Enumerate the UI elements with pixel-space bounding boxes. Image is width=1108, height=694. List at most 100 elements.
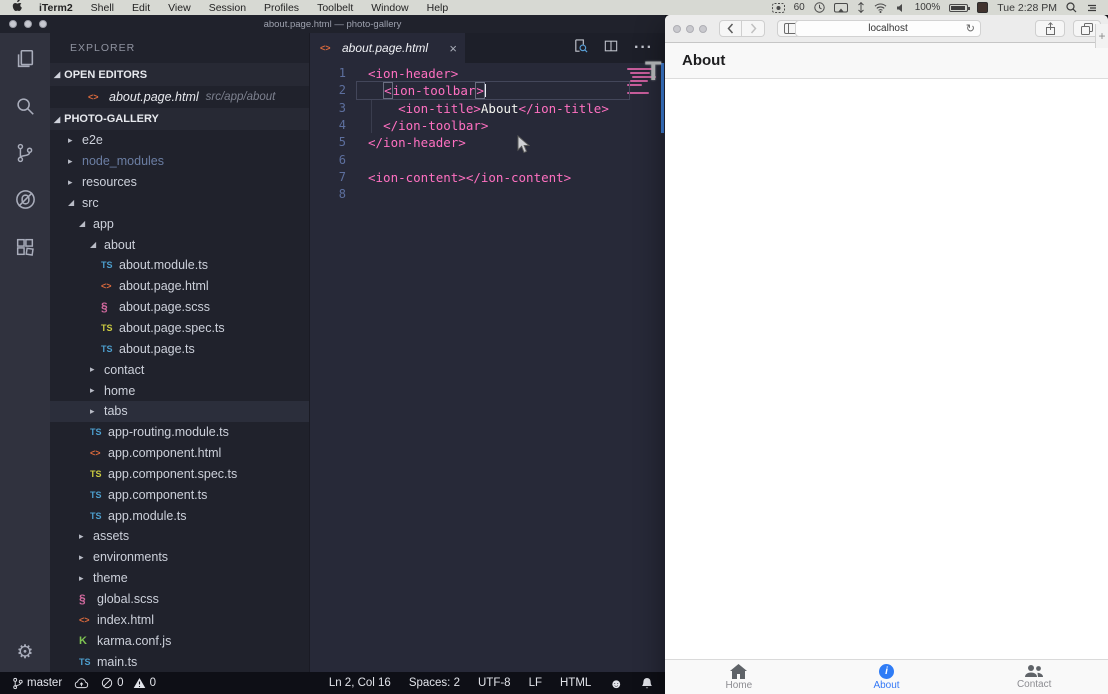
- cursor-position-indicator[interactable]: Ln 2, Col 16: [329, 677, 391, 689]
- code-line-1[interactable]: 1<ion-header>: [310, 65, 665, 82]
- language-mode-indicator[interactable]: HTML: [560, 677, 591, 689]
- menu-session[interactable]: Session: [200, 2, 255, 14]
- volume-icon[interactable]: [896, 3, 906, 13]
- feedback-smiley-icon[interactable]: ☻: [609, 676, 623, 691]
- problems-indicator[interactable]: 0 0: [101, 677, 156, 689]
- app-square-icon[interactable]: [977, 2, 988, 13]
- more-actions-icon[interactable]: ···: [634, 39, 653, 57]
- close-tab-icon[interactable]: ×: [449, 41, 457, 56]
- tab-home[interactable]: Home: [665, 660, 813, 694]
- tree-item-main.ts[interactable]: TSmain.ts: [50, 651, 309, 672]
- tree-item-index.html[interactable]: <>index.html: [50, 609, 309, 630]
- code-line-5[interactable]: 5</ion-header>: [310, 134, 665, 151]
- display-icon[interactable]: [834, 3, 848, 13]
- split-editor-icon[interactable]: [604, 39, 618, 58]
- open-preview-icon[interactable]: [573, 38, 588, 58]
- fps-indicator[interactable]: 60: [794, 2, 805, 13]
- menu-view[interactable]: View: [159, 2, 200, 14]
- menu-bar-clock[interactable]: Tue 2:28 PM: [997, 2, 1057, 14]
- tree-item-theme[interactable]: ▸theme: [50, 568, 309, 589]
- apple-menu-icon[interactable]: [12, 0, 22, 15]
- timer-icon[interactable]: [814, 2, 825, 13]
- tree-item-global.scss[interactable]: §global.scss: [50, 589, 309, 610]
- minimize-window-button[interactable]: [686, 25, 694, 33]
- notifications-bell-icon[interactable]: [641, 677, 653, 690]
- vscode-title-bar[interactable]: about.page.html — photo-gallery: [0, 15, 665, 33]
- tree-item-label: main.ts: [97, 655, 137, 669]
- code-line-3[interactable]: 3 <ion-title>About</ion-title>: [310, 100, 665, 117]
- tree-item-about.page.scss[interactable]: §about.page.scss: [50, 297, 309, 318]
- tree-item-app.module.ts[interactable]: TSapp.module.ts: [50, 505, 309, 526]
- safari-traffic-lights[interactable]: [673, 25, 707, 33]
- tree-item-karma.conf.js[interactable]: Kkarma.conf.js: [50, 630, 309, 651]
- tree-item-assets[interactable]: ▸assets: [50, 526, 309, 547]
- reload-icon[interactable]: ↻: [966, 22, 975, 35]
- tab-about[interactable]: i About: [813, 660, 961, 694]
- tree-item-tabs[interactable]: ▸tabs: [50, 401, 309, 422]
- tree-item-app[interactable]: ◢app: [50, 213, 309, 234]
- tree-item-about.page.spec.ts[interactable]: TSabout.page.spec.ts: [50, 318, 309, 339]
- code-line-7[interactable]: 7<ion-content></ion-content>: [310, 169, 665, 186]
- tree-item-contact[interactable]: ▸contact: [50, 359, 309, 380]
- eol-indicator[interactable]: LF: [529, 677, 542, 689]
- menu-window[interactable]: Window: [362, 2, 417, 14]
- spotlight-icon[interactable]: [1066, 2, 1077, 13]
- ts-spec-file-icon: TS: [101, 323, 117, 333]
- code-line-4[interactable]: 4 </ion-toolbar>: [310, 117, 665, 134]
- settings-gear-icon[interactable]: ⚙: [16, 641, 33, 664]
- files-icon[interactable]: [0, 35, 50, 82]
- indentation-indicator[interactable]: Spaces: 2: [409, 677, 460, 689]
- menu-shell[interactable]: Shell: [82, 2, 123, 14]
- tree-item-app-routing.module.ts[interactable]: TSapp-routing.module.ts: [50, 422, 309, 443]
- debug-icon[interactable]: [0, 176, 50, 223]
- tree-item-about.module.ts[interactable]: TSabout.module.ts: [50, 255, 309, 276]
- tree-item-about.page.html[interactable]: <>about.page.html: [50, 276, 309, 297]
- menu-iterm2[interactable]: iTerm2: [30, 2, 82, 14]
- close-window-button[interactable]: [673, 25, 681, 33]
- tree-item-node_modules[interactable]: ▸node_modules: [50, 151, 309, 172]
- encoding-indicator[interactable]: UTF-8: [478, 677, 511, 689]
- menu-edit[interactable]: Edit: [123, 2, 159, 14]
- activity-bar: ⚙: [0, 33, 50, 672]
- share-button[interactable]: [1035, 20, 1065, 37]
- tree-item-label: about.page.html: [119, 279, 209, 293]
- menu-profiles[interactable]: Profiles: [255, 2, 308, 14]
- extensions-icon[interactable]: [0, 223, 50, 270]
- code-line-6[interactable]: 6: [310, 152, 665, 169]
- search-icon[interactable]: [0, 82, 50, 129]
- wifi-icon[interactable]: [874, 3, 887, 13]
- tree-item-home[interactable]: ▸home: [50, 380, 309, 401]
- tree-item-resources[interactable]: ▸resources: [50, 172, 309, 193]
- input-icon[interactable]: [857, 2, 865, 13]
- tab-about-page-html[interactable]: <> about.page.html ×: [310, 33, 465, 63]
- forward-button[interactable]: [742, 20, 765, 37]
- open-editors-section-header[interactable]: ◢ OPEN EDITORS: [50, 63, 309, 86]
- zoom-window-button[interactable]: [699, 25, 707, 33]
- new-tab-button[interactable]: +: [1095, 24, 1108, 48]
- tree-item-e2e[interactable]: ▸e2e: [50, 130, 309, 151]
- tree-item-about.page.ts[interactable]: TSabout.page.ts: [50, 338, 309, 359]
- tree-item-app.component.html[interactable]: <>app.component.html: [50, 443, 309, 464]
- folder-expanded-icon: ◢: [90, 240, 102, 249]
- notification-center-icon[interactable]: [1086, 3, 1098, 13]
- screen-record-icon[interactable]: [772, 3, 785, 13]
- tree-item-environments[interactable]: ▸environments: [50, 547, 309, 568]
- menu-toolbelt[interactable]: Toolbelt: [308, 2, 362, 14]
- publish-cloud-icon[interactable]: [74, 678, 89, 689]
- open-editor-about-page-html[interactable]: <> about.page.html src/app/about: [50, 86, 309, 108]
- project-section-header[interactable]: ◢ PHOTO-GALLERY: [50, 108, 309, 130]
- tree-item-app.component.ts[interactable]: TSapp.component.ts: [50, 484, 309, 505]
- tab-contact[interactable]: Contact: [960, 660, 1108, 694]
- code-editor[interactable]: 1<ion-header>2 <ion-toolbar>3 <ion-title…: [310, 63, 665, 672]
- code-line-8[interactable]: 8: [310, 186, 665, 203]
- menu-help[interactable]: Help: [418, 2, 458, 14]
- back-button[interactable]: [719, 20, 742, 37]
- git-branch-indicator[interactable]: master: [12, 677, 62, 690]
- address-bar[interactable]: localhost ↻: [795, 20, 981, 37]
- tree-item-app.component.spec.ts[interactable]: TSapp.component.spec.ts: [50, 464, 309, 485]
- tree-item-src[interactable]: ◢src: [50, 193, 309, 214]
- code-line-2[interactable]: 2 <ion-toolbar>: [310, 82, 665, 99]
- tree-item-about[interactable]: ◢about: [50, 234, 309, 255]
- source-control-icon[interactable]: [0, 129, 50, 176]
- folder-collapsed-icon: ▸: [79, 573, 91, 584]
